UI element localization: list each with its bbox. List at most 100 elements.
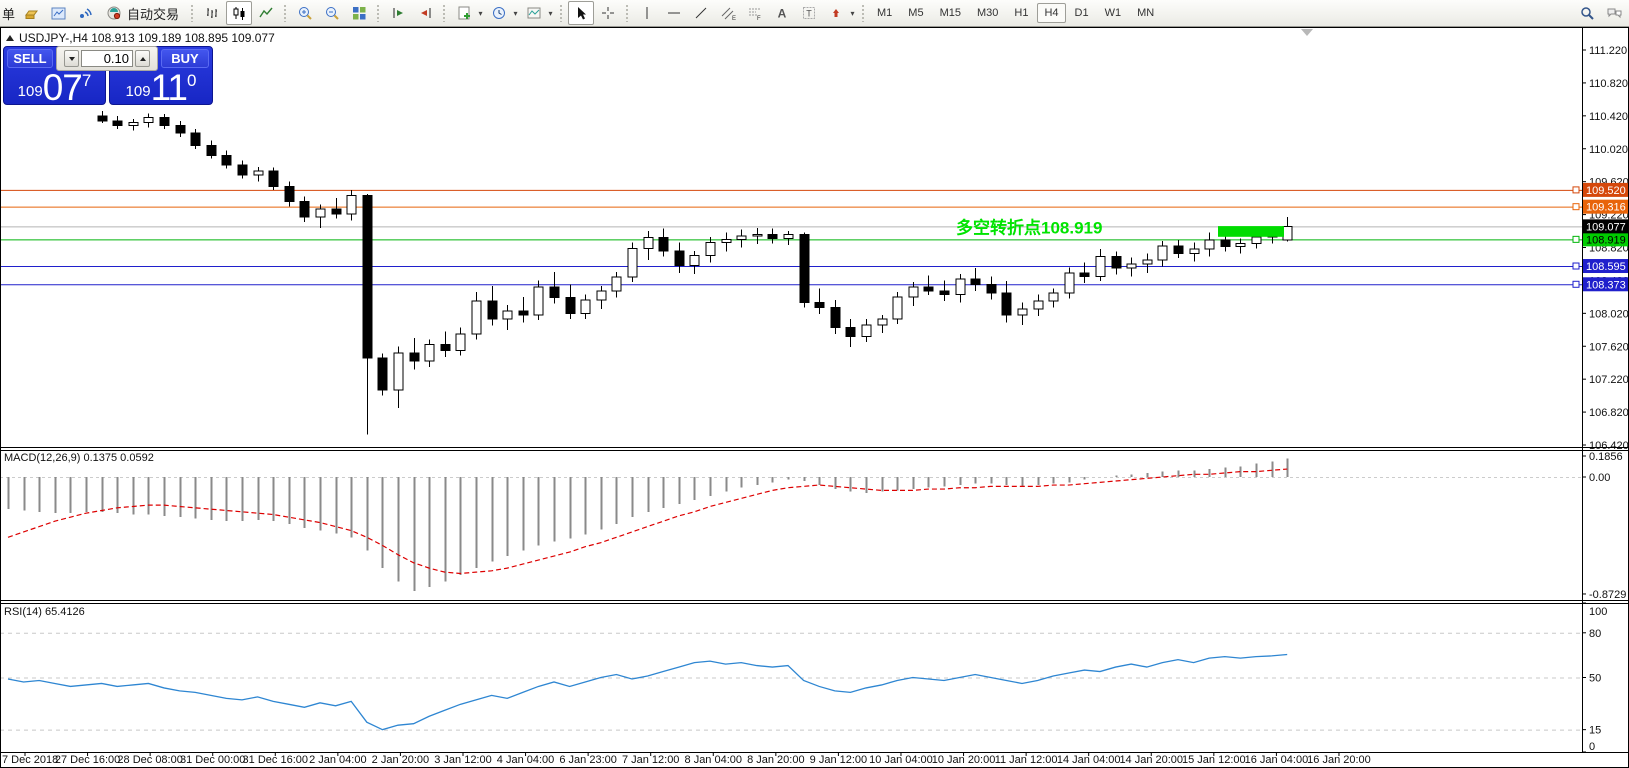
- toolbar-grip[interactable]: [861, 4, 866, 22]
- chat-button[interactable]: [1601, 1, 1627, 25]
- periods-dropdown[interactable]: ▾: [511, 9, 520, 18]
- search-button[interactable]: [1574, 1, 1600, 25]
- profile-icon: [50, 5, 67, 22]
- sell-button[interactable]: SELL: [7, 49, 53, 68]
- candle: [862, 325, 871, 337]
- svg-text:110.020: 110.020: [1589, 144, 1628, 156]
- rsi-label: RSI(14) 65.4126: [4, 606, 85, 618]
- new-order-gold-button[interactable]: [18, 1, 44, 25]
- candle: [472, 301, 481, 334]
- timeframe-m15[interactable]: M15: [933, 3, 968, 23]
- timeframe-mn[interactable]: MN: [1130, 3, 1161, 23]
- one-click-trading-panel: SELL BUY 109 07 7 109 11 0: [3, 46, 213, 105]
- buy-price-sup: 0: [187, 72, 196, 89]
- timeframe-h1[interactable]: H1: [1007, 3, 1035, 23]
- bar-chart-button[interactable]: [199, 1, 225, 25]
- candlestick-chart-button[interactable]: [226, 1, 252, 25]
- templates-button[interactable]: [521, 1, 547, 25]
- timeframe-m1[interactable]: M1: [870, 3, 899, 23]
- vertical-line-button[interactable]: [634, 1, 660, 25]
- chart-canvas[interactable]: 111.220110.820110.420110.020109.620109.2…: [0, 0, 1629, 768]
- candle: [1190, 249, 1199, 253]
- cursor-button[interactable]: [568, 1, 594, 25]
- candle: [659, 238, 668, 251]
- sell-price-small: 109: [18, 84, 43, 99]
- candle: [1174, 246, 1183, 253]
- time-label: 9 Jan 12:00: [810, 754, 868, 766]
- text-annotation[interactable]: 多空转折点108.919: [956, 218, 1102, 238]
- candle: [425, 345, 434, 361]
- buy-price[interactable]: 109 11 0: [111, 71, 211, 103]
- timeframe-m5[interactable]: M5: [901, 3, 930, 23]
- svg-text:E: E: [732, 16, 736, 22]
- time-axis[interactable]: 7 Dec 201827 Dec 16:0028 Dec 08:0031 Dec…: [0, 754, 1629, 768]
- toolbar-grip[interactable]: [190, 4, 195, 22]
- toolbar-grip[interactable]: [625, 4, 630, 22]
- tile-windows-button[interactable]: [346, 1, 372, 25]
- sell-price[interactable]: 109 07 7: [5, 71, 104, 103]
- auto-scroll-icon: [417, 5, 434, 22]
- candle: [628, 248, 637, 277]
- volume-input[interactable]: [81, 50, 133, 67]
- new-order-button[interactable]: 单: [2, 4, 17, 23]
- zoom-out-button[interactable]: [319, 1, 345, 25]
- fibonacci-button[interactable]: F: [742, 1, 768, 25]
- trendline-button[interactable]: [688, 1, 714, 25]
- time-label: 10 Jan 20:00: [932, 754, 996, 766]
- equidistant-channel-button[interactable]: E: [715, 1, 741, 25]
- clock-icon: [491, 5, 508, 22]
- candle: [1002, 293, 1011, 315]
- svg-text:F: F: [757, 16, 761, 22]
- candle: [690, 256, 699, 266]
- time-label: 2 Jan 20:00: [372, 754, 430, 766]
- candle: [222, 155, 231, 165]
- toolbar-grip[interactable]: [283, 4, 288, 22]
- candle: [332, 209, 341, 214]
- arrows-dropdown[interactable]: ▾: [848, 9, 857, 18]
- profile-button[interactable]: [45, 1, 71, 25]
- candle: [566, 298, 575, 314]
- signal-button[interactable]: [72, 1, 98, 25]
- timeframe-w1[interactable]: W1: [1098, 3, 1129, 23]
- templates-dropdown[interactable]: ▾: [546, 9, 555, 18]
- timeframe-group: M1M5M15M30H1H4D1W1MN: [870, 3, 1161, 23]
- volume-control: [56, 46, 158, 71]
- candle: [456, 334, 465, 350]
- zoom-in-button[interactable]: [292, 1, 318, 25]
- svg-text:106.820: 106.820: [1589, 407, 1629, 419]
- text-tool-button[interactable]: A: [769, 1, 795, 25]
- svg-text:110.820: 110.820: [1589, 78, 1628, 90]
- candle: [113, 121, 122, 126]
- horizontal-line-button[interactable]: [661, 1, 687, 25]
- crosshair-button[interactable]: [595, 1, 621, 25]
- fibonacci-icon: F: [747, 5, 764, 22]
- periods-button[interactable]: [486, 1, 512, 25]
- new-chart-dropdown[interactable]: ▾: [476, 9, 485, 18]
- time-label: 14 Jan 04:00: [1057, 754, 1121, 766]
- svg-text:A: A: [777, 6, 786, 20]
- time-label: 10 Jan 04:00: [869, 754, 933, 766]
- auto-scroll-button[interactable]: [412, 1, 438, 25]
- line-chart-button[interactable]: [253, 1, 279, 25]
- svg-text:0.00: 0.00: [1589, 472, 1610, 484]
- candle: [1221, 240, 1230, 247]
- timeframe-d1[interactable]: D1: [1068, 3, 1096, 23]
- timeframe-m30[interactable]: M30: [970, 3, 1005, 23]
- buy-button[interactable]: BUY: [161, 49, 209, 68]
- label-tool-button[interactable]: T: [796, 1, 822, 25]
- toolbar-grip[interactable]: [376, 4, 381, 22]
- new-chart-button[interactable]: [451, 1, 477, 25]
- chart-shift-button[interactable]: [385, 1, 411, 25]
- autotrade-button[interactable]: 自动交易: [99, 1, 186, 25]
- volume-decrease-button[interactable]: [64, 50, 79, 67]
- rect-annotation[interactable]: [1218, 226, 1284, 237]
- timeframe-h4[interactable]: H4: [1037, 3, 1065, 23]
- svg-text:108.373: 108.373: [1586, 279, 1626, 291]
- arrows-tool-button[interactable]: [823, 1, 849, 25]
- time-label: 28 Dec 08:00: [117, 754, 182, 766]
- toolbar-grip[interactable]: [442, 4, 447, 22]
- candle: [722, 239, 731, 242]
- toolbar-grip[interactable]: [559, 4, 564, 22]
- candle: [597, 291, 606, 300]
- volume-increase-button[interactable]: [135, 50, 150, 67]
